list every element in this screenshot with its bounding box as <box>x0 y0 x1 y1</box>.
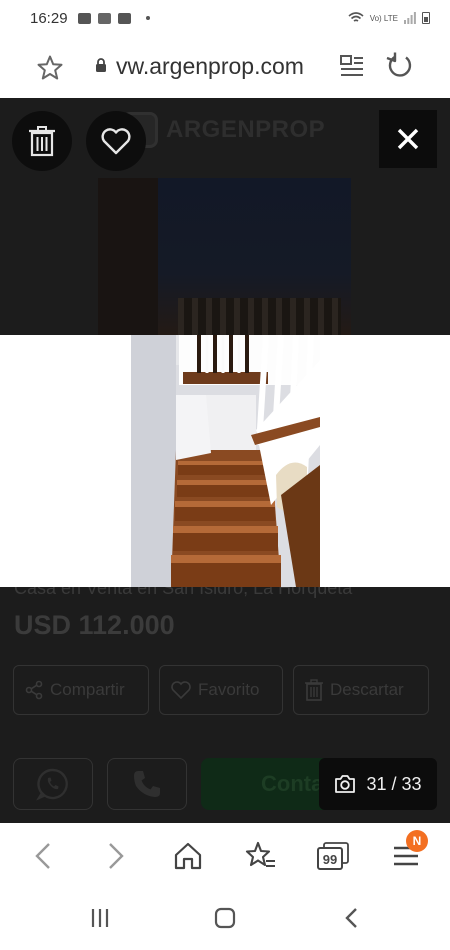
photo-counter-text: 31 / 33 <box>366 773 422 794</box>
trash-icon <box>29 126 55 157</box>
status-time: 16:29 <box>30 9 68 27</box>
phone-icon <box>134 771 160 797</box>
favorite-label: Favorito <box>198 680 260 699</box>
listing-price: USD 112.000 <box>14 610 175 640</box>
reader-mode-icon[interactable] <box>340 55 364 77</box>
site-logo: ARGENPROP <box>122 112 325 148</box>
url-address-text[interactable]: vw.argenprop.com <box>116 53 304 80</box>
background-property-photo <box>98 178 351 338</box>
home-nav-icon[interactable] <box>214 907 236 929</box>
system-navigation-bar <box>0 889 450 950</box>
menu-notification-badge: N <box>406 830 428 852</box>
gallery-discard-button[interactable] <box>12 111 72 171</box>
home-button[interactable] <box>171 839 205 873</box>
heart-outline-icon <box>171 681 191 700</box>
browser-toolbar: 99 <box>0 823 450 889</box>
share-label: Compartir <box>50 680 125 699</box>
back-nav-icon[interactable] <box>343 907 359 929</box>
signal-icon <box>404 12 416 24</box>
reload-icon[interactable] <box>386 52 414 80</box>
gallery-favorite-button[interactable] <box>86 111 146 171</box>
gallery-photo-counter: 31 / 33 <box>319 758 437 810</box>
call-button[interactable] <box>107 758 187 810</box>
discard-label: Descartar <box>330 680 404 699</box>
chevron-left-icon <box>35 843 50 869</box>
camera-icon <box>335 775 356 793</box>
browser-url-bar: vw.argenprop.com <box>0 36 450 98</box>
gmail-notification-icon <box>97 12 111 24</box>
share-button[interactable]: Compartir <box>13 665 149 715</box>
tabs-button[interactable]: 99 <box>316 839 350 873</box>
close-icon <box>397 128 419 150</box>
gallery-notification-icon <box>77 12 91 24</box>
staircase-photo <box>131 335 320 587</box>
back-button[interactable] <box>26 839 60 873</box>
youtube-notification-icon <box>117 12 131 24</box>
status-bar: 16:29 Vo) LTE <box>0 0 450 36</box>
tabs-count: 99 <box>323 852 337 867</box>
whatsapp-button[interactable] <box>13 758 93 810</box>
wifi-icon <box>348 12 364 22</box>
network-type-label: Vo) LTE <box>369 13 398 23</box>
lock-icon <box>96 58 106 72</box>
heart-outline-icon <box>101 128 131 155</box>
listing-actions: Compartir Favorito Descartar <box>13 665 429 715</box>
bookmark-star-icon[interactable] <box>36 54 64 82</box>
bookmarks-star-icon <box>245 841 275 867</box>
trash-icon <box>305 679 323 701</box>
gallery-close-button[interactable] <box>379 110 437 168</box>
chevron-right-icon <box>109 843 124 869</box>
gallery-photo-frame[interactable] <box>0 335 450 587</box>
home-icon <box>174 842 202 870</box>
forward-button[interactable] <box>99 839 133 873</box>
more-notifications-dot <box>145 16 150 20</box>
bookmarks-button[interactable] <box>244 839 278 873</box>
site-logo-text: ARGENPROP <box>166 116 326 143</box>
whatsapp-icon <box>36 768 68 801</box>
discard-button[interactable]: Descartar <box>293 665 429 715</box>
tabs-icon: 99 <box>317 842 349 870</box>
favorite-button[interactable]: Favorito <box>159 665 283 715</box>
share-icon <box>25 680 43 700</box>
recent-apps-icon[interactable] <box>90 907 110 929</box>
battery-icon <box>422 12 430 24</box>
